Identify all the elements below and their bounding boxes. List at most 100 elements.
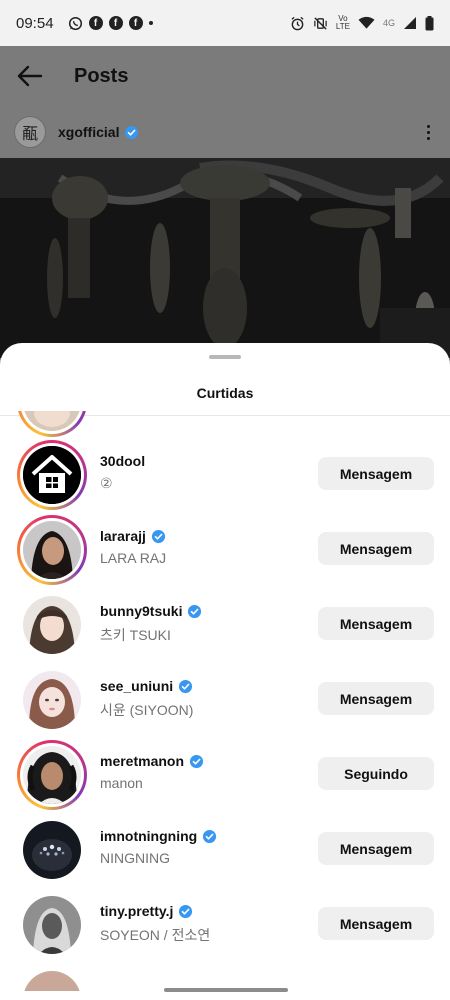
username-text: 30dool bbox=[100, 453, 146, 469]
list-item[interactable]: see_uniuni 시윤 (SIYOON) Mensagem bbox=[0, 662, 450, 737]
user-info: imnotningning NINGNING bbox=[100, 826, 217, 868]
avatar-wrap bbox=[17, 590, 87, 660]
avatar-inner bbox=[20, 442, 84, 507]
house-icon bbox=[23, 445, 81, 504]
list-item[interactable]: bunny9tsuki 츠키 TSUKI Mensagem bbox=[0, 587, 450, 662]
fullname: ② bbox=[100, 475, 113, 491]
list-item[interactable]: lararajj LARA RAJ Mensagem bbox=[0, 512, 450, 587]
story-ring bbox=[17, 411, 87, 437]
post-username-text: xgofficial bbox=[58, 124, 120, 140]
verified-badge-icon bbox=[187, 604, 202, 619]
dot bbox=[427, 124, 430, 128]
verified-badge-icon bbox=[202, 829, 217, 844]
list-item[interactable] bbox=[0, 962, 450, 991]
verified-badge-icon bbox=[178, 679, 193, 694]
message-button[interactable]: Mensagem bbox=[318, 832, 434, 865]
story-ring bbox=[17, 739, 87, 810]
volte-icon: Vo LTE bbox=[336, 15, 350, 31]
post-author-avatar[interactable]: 㼧 bbox=[14, 116, 46, 148]
list-item[interactable]: tiny.pretty.j SOYEON / 전소연 Mensagem bbox=[0, 887, 450, 962]
more-notifications-icon bbox=[148, 21, 153, 25]
fullname: LARA RAJ bbox=[100, 550, 167, 566]
list-item[interactable]: 30dool ② Mensagem bbox=[0, 437, 450, 512]
verified-badge-icon bbox=[189, 754, 204, 769]
username[interactable]: 30dool bbox=[100, 451, 145, 471]
username[interactable]: lararajj bbox=[100, 526, 166, 546]
whatsapp-icon bbox=[68, 16, 83, 31]
avatar bbox=[23, 411, 81, 431]
back-button[interactable] bbox=[0, 46, 60, 106]
username[interactable]: tiny.pretty.j bbox=[100, 901, 210, 921]
verified-badge-icon bbox=[151, 529, 166, 544]
page-title: Posts bbox=[74, 64, 129, 87]
avatar[interactable] bbox=[23, 895, 81, 954]
username[interactable]: bunny9tsuki bbox=[100, 601, 202, 621]
avatar[interactable] bbox=[23, 670, 81, 729]
message-button[interactable]: Mensagem bbox=[318, 457, 434, 490]
post-author-username[interactable]: xgofficial bbox=[58, 124, 119, 140]
likes-list[interactable]: 30dool ② Mensagem lararajj LARA RAJ Mens bbox=[0, 411, 450, 991]
avatar[interactable] bbox=[23, 595, 81, 654]
avatar[interactable] bbox=[23, 520, 81, 579]
avatar[interactable] bbox=[23, 445, 81, 504]
user-info: tiny.pretty.j SOYEON / 전소연 bbox=[100, 901, 210, 943]
volte-bottom-label: LTE bbox=[335, 22, 350, 31]
following-button[interactable]: Seguindo bbox=[318, 757, 434, 790]
fullname: 츠키 TSUKI bbox=[100, 627, 171, 643]
username[interactable]: see_uniuni bbox=[100, 676, 193, 696]
facebook-icon: f bbox=[108, 16, 123, 30]
battery-icon bbox=[425, 15, 434, 31]
fullname: manon bbox=[100, 775, 143, 791]
avatar[interactable] bbox=[23, 820, 81, 879]
gesture-navigation-bar[interactable] bbox=[164, 988, 288, 992]
message-button[interactable]: Mensagem bbox=[318, 907, 434, 940]
avatar-wrap bbox=[17, 965, 87, 991]
username[interactable]: meretmanon bbox=[100, 751, 204, 771]
post-header: 㼧 xgofficial bbox=[0, 106, 450, 158]
username-text: bunny9tsuki bbox=[100, 603, 183, 619]
fullname: SOYEON / 전소연 bbox=[100, 927, 211, 943]
message-button[interactable]: Mensagem bbox=[318, 682, 434, 715]
username-text: see_uniuni bbox=[100, 678, 174, 694]
username-text: imnotningning bbox=[100, 828, 198, 844]
dot bbox=[427, 136, 430, 140]
avatar-wrap bbox=[17, 815, 87, 885]
fullname: NINGNING bbox=[100, 850, 170, 866]
fullname: 시윤 (SIYOON) bbox=[100, 702, 194, 718]
verified-badge-icon bbox=[124, 125, 139, 140]
username-text: lararajj bbox=[100, 528, 146, 544]
status-bar: 09:54 f f f Vo LTE 4G bbox=[0, 0, 450, 46]
message-button[interactable]: Mensagem bbox=[318, 532, 434, 565]
avatar-logo: 㼧 bbox=[21, 124, 38, 143]
user-info: lararajj LARA RAJ bbox=[100, 526, 166, 568]
post-image[interactable] bbox=[0, 158, 450, 358]
message-button[interactable]: Mensagem bbox=[318, 607, 434, 640]
avatar[interactable] bbox=[23, 745, 81, 804]
avatar bbox=[23, 970, 81, 991]
avatar-inner bbox=[20, 517, 84, 582]
user-info: bunny9tsuki 츠키 TSUKI bbox=[100, 601, 202, 643]
facebook-icon: f bbox=[128, 16, 143, 30]
username-text: tiny.pretty.j bbox=[100, 903, 174, 919]
list-item[interactable]: meretmanon manon Seguindo bbox=[0, 737, 450, 812]
alarm-icon bbox=[290, 16, 305, 31]
status-right: Vo LTE 4G bbox=[290, 15, 434, 31]
story-ring bbox=[17, 514, 87, 585]
list-item[interactable]: imnotningning NINGNING Mensagem bbox=[0, 812, 450, 887]
wifi-icon bbox=[358, 16, 375, 30]
network-type-label: 4G bbox=[382, 18, 395, 28]
verified-badge-icon bbox=[178, 904, 193, 919]
drag-handle[interactable] bbox=[209, 355, 241, 359]
facebook-icon: f bbox=[88, 16, 103, 30]
user-info: see_uniuni 시윤 (SIYOON) bbox=[100, 676, 193, 718]
list-item[interactable] bbox=[0, 411, 450, 439]
chandelier-photo bbox=[0, 158, 450, 358]
username[interactable]: imnotningning bbox=[100, 826, 217, 846]
more-options-button[interactable] bbox=[421, 119, 436, 146]
avatar-wrap bbox=[17, 890, 87, 960]
dot bbox=[427, 130, 430, 134]
back-arrow-icon bbox=[17, 65, 43, 87]
story-ring bbox=[17, 439, 87, 510]
vibrate-mute-icon bbox=[313, 16, 328, 31]
top-app-bar: Posts bbox=[0, 46, 450, 106]
